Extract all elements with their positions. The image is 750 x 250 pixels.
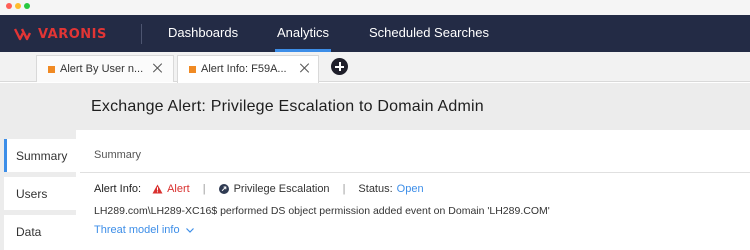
- maximize-window-button[interactable]: [24, 3, 30, 9]
- nav-scheduled-searches[interactable]: Scheduled Searches: [369, 15, 489, 52]
- minimize-window-button[interactable]: [15, 3, 21, 9]
- brand-name: VARONIS: [38, 26, 107, 42]
- sidebar-item-data[interactable]: Data: [4, 215, 76, 250]
- status-label: Status:: [358, 183, 393, 195]
- sidebar-item-label: Data: [16, 225, 42, 239]
- tab-label: Alert Info: F59A...: [201, 63, 287, 75]
- window-titlebar: [0, 0, 750, 15]
- add-tab-icon[interactable]: [331, 58, 348, 75]
- tab-marker-icon: [189, 66, 196, 73]
- status-value[interactable]: Open: [397, 183, 424, 195]
- sidebar-item-summary[interactable]: Summary: [4, 139, 76, 172]
- tab-marker-icon: [48, 66, 55, 73]
- tab-label: Alert By User n...: [60, 63, 144, 75]
- alert-info-row: Alert Info: Alert | Privilege Escalation…: [94, 181, 424, 197]
- chevron-down-icon: [185, 227, 194, 233]
- sidebar-item-label: Summary: [16, 149, 68, 163]
- summary-panel: Summary Alert Info: Alert | Privilege Es…: [80, 134, 750, 250]
- alert-type: Alert: [167, 183, 190, 195]
- nav-divider: [141, 24, 142, 44]
- nav-dashboards[interactable]: Dashboards: [168, 15, 238, 52]
- app-window: VARONIS Dashboards Analytics Scheduled S…: [0, 0, 750, 250]
- threat-model-info-link[interactable]: Threat model info: [94, 224, 194, 236]
- separator: |: [342, 183, 346, 195]
- threat-category-icon: [218, 184, 229, 194]
- section-sidebar: Summary Users Data: [0, 130, 76, 250]
- varonis-logo[interactable]: VARONIS: [14, 25, 107, 43]
- top-navigation: VARONIS Dashboards Analytics Scheduled S…: [0, 15, 750, 52]
- close-window-button[interactable]: [6, 3, 12, 9]
- threat-model-link-label: Threat model info: [94, 224, 180, 236]
- document-tab-strip: Alert By User n... Alert Info: F59A...: [0, 52, 750, 83]
- section-title: Summary: [94, 149, 142, 161]
- separator: |: [202, 183, 206, 195]
- sidebar-item-label: Users: [16, 187, 48, 201]
- tab-alert-info[interactable]: Alert Info: F59A...: [177, 55, 319, 83]
- tab-alert-by-user[interactable]: Alert By User n...: [36, 55, 174, 82]
- alert-category: Privilege Escalation: [233, 183, 330, 195]
- alert-info-label: Alert Info:: [94, 183, 142, 195]
- page-title: Exchange Alert: Privilege Escalation to …: [91, 98, 484, 115]
- page-header: Exchange Alert: Privilege Escalation to …: [0, 83, 750, 130]
- alert-description: LH289.com\LH289-XC16$ performed DS objec…: [94, 205, 550, 217]
- close-icon[interactable]: [152, 62, 164, 74]
- sidebar-item-users[interactable]: Users: [4, 177, 76, 210]
- close-icon[interactable]: [299, 62, 311, 74]
- section-divider: [80, 172, 750, 173]
- nav-analytics[interactable]: Analytics: [274, 15, 332, 52]
- warning-icon: [152, 184, 163, 194]
- varonis-logo-icon: [14, 28, 32, 41]
